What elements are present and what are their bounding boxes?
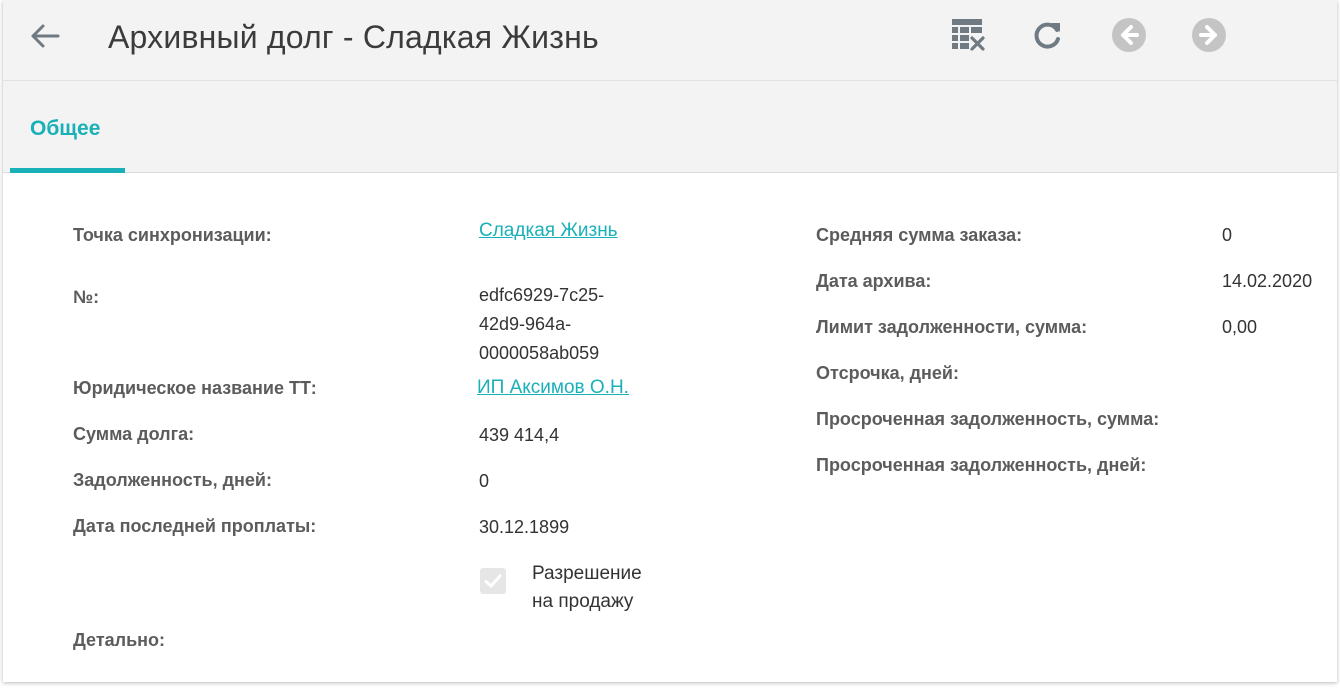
refresh-icon: [1034, 22, 1060, 49]
refresh-button[interactable]: [1028, 15, 1068, 55]
checkmark-icon: [484, 574, 502, 588]
next-record-icon: [1192, 18, 1226, 52]
overdue-sum-label: Просроченная задолженность, сумма:: [816, 409, 1160, 429]
overdue-days-label: Просроченная задолженность, дней:: [816, 455, 1147, 475]
sale-permission-checkbox[interactable]: [480, 568, 506, 594]
details-label: Детально:: [73, 630, 166, 650]
number-label: №:: [73, 287, 100, 307]
previous-record-icon: [1112, 18, 1146, 52]
debt-sum-label: Сумма долга:: [73, 424, 195, 444]
sync-point-link[interactable]: Сладкая Жизнь: [479, 220, 618, 242]
next-record-button[interactable]: [1189, 15, 1229, 55]
archive-date-label: Дата архива:: [816, 271, 932, 291]
last-payment-label: Дата последней проплаты:: [73, 516, 317, 536]
debt-limit-label: Лимит задолженности, сумма:: [816, 317, 1088, 337]
number-value-line: 0000058ab059: [479, 343, 600, 363]
sale-permission-label: Разрешение на продажу: [532, 560, 642, 616]
tab-bar: Общее: [3, 81, 1337, 173]
debt-sum-value: 439 414,4: [479, 425, 560, 445]
table-clear-icon: [952, 19, 985, 51]
sale-permission-label-line: Разрешение: [532, 563, 642, 584]
number-value-line: 42d9-964a-: [479, 314, 572, 334]
last-payment-value: 30.12.1899: [479, 517, 570, 537]
number-value-line: edfc6929-7c25-: [479, 285, 605, 305]
back-arrow-icon: [31, 24, 60, 48]
sync-point-label: Точка синхронизации:: [73, 225, 272, 245]
archive-date-value: 14.02.2020: [1222, 271, 1313, 291]
previous-record-button[interactable]: [1109, 15, 1149, 55]
sale-permission-label-line: на продажу: [532, 591, 634, 612]
avg-order-value: 0: [1222, 225, 1233, 245]
form-window: Архивный долг - Сладкая Жизнь Общее Точк…: [3, 0, 1337, 682]
debt-days-value: 0: [479, 471, 490, 491]
active-tab-indicator: [10, 168, 125, 173]
debt-limit-value: 0,00: [1222, 317, 1258, 337]
back-button[interactable]: [27, 18, 63, 54]
tab-general[interactable]: Общее: [10, 81, 125, 173]
avg-order-label: Средняя сумма заказа:: [816, 225, 1023, 245]
deferral-label: Отсрочка, дней:: [816, 363, 959, 383]
tab-label: Общее: [30, 117, 101, 140]
page-title: Архивный долг - Сладкая Жизнь: [108, 19, 599, 55]
debt-days-label: Задолженность, дней:: [73, 470, 272, 490]
header-bar: Архивный долг - Сладкая Жизнь: [3, 0, 1337, 81]
legal-name-label: Юридическое название ТТ:: [73, 378, 317, 398]
legal-name-link[interactable]: ИП Аксимов О.Н.: [477, 377, 629, 399]
number-value: edfc6929-7c25- 42d9-964a- 0000058ab059: [479, 281, 604, 368]
table-clear-button[interactable]: [948, 15, 988, 55]
